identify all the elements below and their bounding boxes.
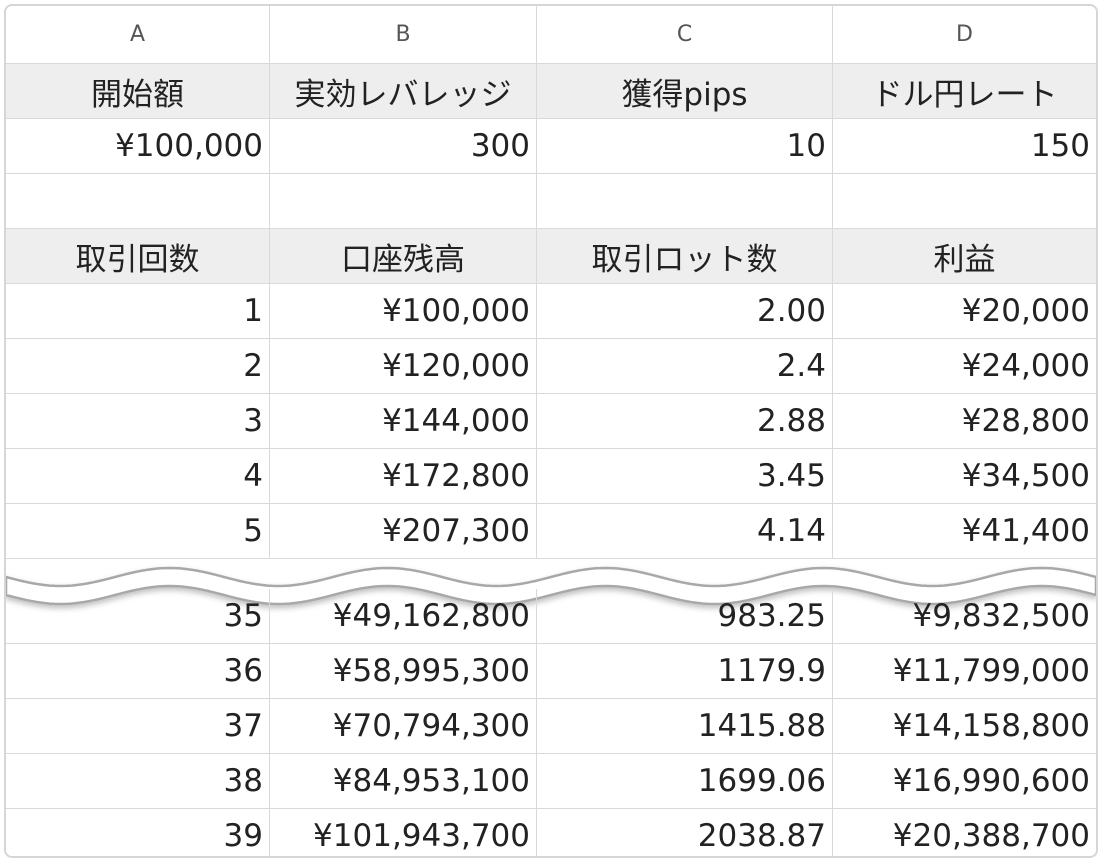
cell-lots[interactable]: 983.25 bbox=[537, 589, 833, 643]
table-row: 37 ¥70,794,300 1415.88 ¥14,158,800 bbox=[6, 699, 1096, 754]
cell-lots[interactable]: 2.00 bbox=[537, 284, 833, 338]
column-header-d[interactable]: D bbox=[833, 6, 1096, 63]
cell-lots[interactable]: 3.45 bbox=[537, 449, 833, 503]
cell-balance[interactable]: ¥58,995,300 bbox=[270, 644, 537, 698]
cell-balance[interactable]: ¥172,800 bbox=[270, 449, 537, 503]
cell-trade-count[interactable]: 1 bbox=[6, 284, 270, 338]
table-row: 1 ¥100,000 2.00 ¥20,000 bbox=[6, 284, 1096, 339]
cell-start-amount[interactable]: ¥100,000 bbox=[6, 119, 270, 173]
cell-lots[interactable]: 1179.9 bbox=[537, 644, 833, 698]
cell-profit[interactable]: ¥20,388,700 bbox=[833, 809, 1096, 856]
param-label-row: 開始額 実効レバレッジ 獲得pips ドル円レート bbox=[6, 64, 1096, 119]
cell-lots[interactable]: 2038.87 bbox=[537, 809, 833, 856]
cell-profit[interactable]: ¥34,500 bbox=[833, 449, 1096, 503]
cell-trade-count[interactable]: 36 bbox=[6, 644, 270, 698]
cell-trade-count[interactable]: 37 bbox=[6, 699, 270, 753]
cell-lots[interactable]: 2.4 bbox=[537, 339, 833, 393]
cell-pips-label[interactable]: 獲得pips bbox=[537, 64, 833, 118]
cell-trade-count[interactable]: 3 bbox=[6, 394, 270, 448]
table-body-top: 1 ¥100,000 2.00 ¥20,000 2 ¥120,000 2.4 ¥24,000 3… bbox=[6, 284, 1096, 559]
cell-trade-count[interactable]: 2 bbox=[6, 339, 270, 393]
cell-blank[interactable] bbox=[833, 174, 1096, 228]
cell-blank[interactable] bbox=[270, 174, 537, 228]
cell-balance[interactable]: ¥120,000 bbox=[270, 339, 537, 393]
header-lots[interactable]: 取引ロット数 bbox=[537, 229, 833, 283]
cell-profit[interactable]: ¥11,799,000 bbox=[833, 644, 1096, 698]
table-row: 35 ¥49,162,800 983.25 ¥9,832,500 bbox=[6, 589, 1096, 644]
header-profit[interactable]: 利益 bbox=[833, 229, 1096, 283]
header-trade-count[interactable]: 取引回数 bbox=[6, 229, 270, 283]
cell-lots[interactable]: 4.14 bbox=[537, 504, 833, 558]
cell-profit[interactable]: ¥28,800 bbox=[833, 394, 1096, 448]
cell-leverage-label[interactable]: 実効レバレッジ bbox=[270, 64, 537, 118]
table-row: 38 ¥84,953,100 1699.06 ¥16,990,600 bbox=[6, 754, 1096, 809]
cell-trade-count[interactable]: 5 bbox=[6, 504, 270, 558]
blank-row bbox=[6, 174, 1096, 229]
table-body-bottom: 35 ¥49,162,800 983.25 ¥9,832,500 36 ¥58,995,3… bbox=[6, 589, 1096, 856]
table-row: 3 ¥144,000 2.88 ¥28,800 bbox=[6, 394, 1096, 449]
cell-trade-count[interactable]: 4 bbox=[6, 449, 270, 503]
column-header-row: A B C D bbox=[6, 6, 1096, 64]
table-row: 36 ¥58,995,300 1179.9 ¥11,799,000 bbox=[6, 644, 1096, 699]
cell-leverage[interactable]: 300 bbox=[270, 119, 537, 173]
cell-balance[interactable]: ¥100,000 bbox=[270, 284, 537, 338]
cell-balance[interactable]: ¥49,162,800 bbox=[270, 589, 537, 643]
column-header-b[interactable]: B bbox=[270, 6, 537, 63]
sheet-grid: A B C D 開始額 実効レバレッジ 獲得pips ドル円レート ¥100,0… bbox=[6, 6, 1096, 559]
cell-balance[interactable]: ¥101,943,700 bbox=[270, 809, 537, 856]
cell-blank[interactable] bbox=[537, 174, 833, 228]
cell-rate[interactable]: 150 bbox=[833, 119, 1096, 173]
cell-blank[interactable] bbox=[6, 174, 270, 228]
table-row: 4 ¥172,800 3.45 ¥34,500 bbox=[6, 449, 1096, 504]
cell-balance[interactable]: ¥144,000 bbox=[270, 394, 537, 448]
cell-trade-count[interactable]: 35 bbox=[6, 589, 270, 643]
param-value-row: ¥100,000 300 10 150 bbox=[6, 119, 1096, 174]
table-header-row: 取引回数 口座残高 取引ロット数 利益 bbox=[6, 229, 1096, 284]
table-row: 2 ¥120,000 2.4 ¥24,000 bbox=[6, 339, 1096, 394]
cell-balance[interactable]: ¥84,953,100 bbox=[270, 754, 537, 808]
cell-lots[interactable]: 2.88 bbox=[537, 394, 833, 448]
header-balance[interactable]: 口座残高 bbox=[270, 229, 537, 283]
cell-profit[interactable]: ¥9,832,500 bbox=[833, 589, 1096, 643]
cell-lots[interactable]: 1699.06 bbox=[537, 754, 833, 808]
cell-profit[interactable]: ¥14,158,800 bbox=[833, 699, 1096, 753]
cell-trade-count[interactable]: 39 bbox=[6, 809, 270, 856]
table-row: 5 ¥207,300 4.14 ¥41,400 bbox=[6, 504, 1096, 559]
column-header-c[interactable]: C bbox=[537, 6, 833, 63]
spreadsheet: A B C D 開始額 実効レバレッジ 獲得pips ドル円レート ¥100,0… bbox=[4, 4, 1098, 858]
cell-balance[interactable]: ¥207,300 bbox=[270, 504, 537, 558]
cell-lots[interactable]: 1415.88 bbox=[537, 699, 833, 753]
cell-profit[interactable]: ¥20,000 bbox=[833, 284, 1096, 338]
cell-trade-count[interactable]: 38 bbox=[6, 754, 270, 808]
cell-rate-label[interactable]: ドル円レート bbox=[833, 64, 1096, 118]
cell-pips[interactable]: 10 bbox=[537, 119, 833, 173]
cell-profit[interactable]: ¥41,400 bbox=[833, 504, 1096, 558]
table-row: 39 ¥101,943,700 2038.87 ¥20,388,700 bbox=[6, 809, 1096, 856]
column-header-a[interactable]: A bbox=[6, 6, 270, 63]
cell-start-amount-label[interactable]: 開始額 bbox=[6, 64, 270, 118]
cell-profit[interactable]: ¥16,990,600 bbox=[833, 754, 1096, 808]
cell-balance[interactable]: ¥70,794,300 bbox=[270, 699, 537, 753]
cell-profit[interactable]: ¥24,000 bbox=[833, 339, 1096, 393]
